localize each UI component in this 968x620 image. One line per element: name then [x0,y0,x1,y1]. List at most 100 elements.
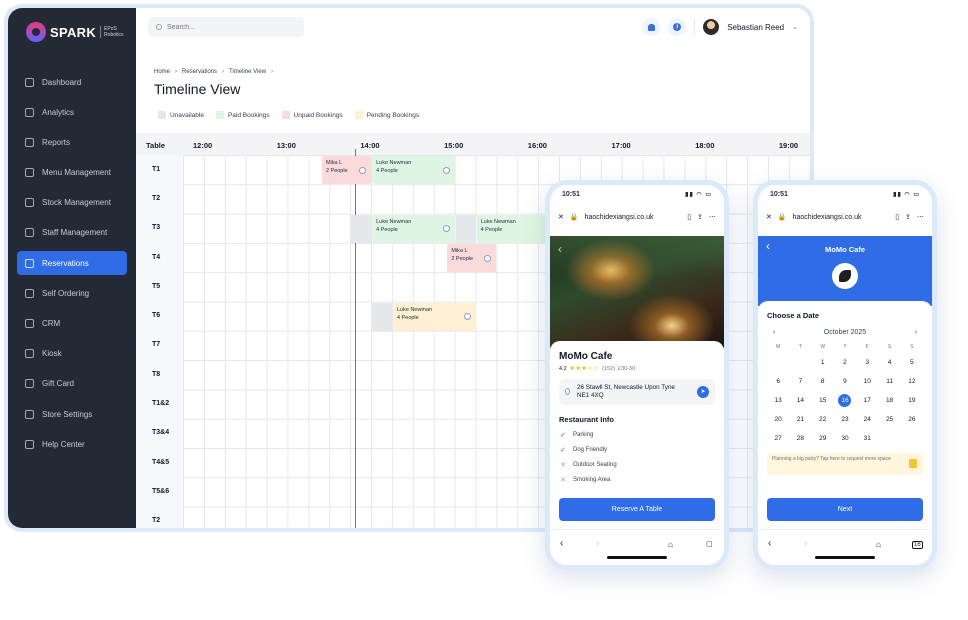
legend: Unavailable Paid Bookings Unpaid Bookings P… [158,111,419,119]
big-party-banner[interactable]: Planning a big party? Tap here to reques… [767,453,923,475]
share-icon[interactable]: ⇪ [697,213,703,221]
calendar-day [789,356,811,369]
browser-url-bar[interactable]: ✕ 🔒 haochidexiangsi.co.uk ▯ ⇪ ⋯ [758,207,932,227]
sidebar-item-reports[interactable]: Reports [17,130,127,154]
home-icon[interactable]: ⌂ [876,540,881,549]
calendar-day[interactable]: 3 [856,356,878,369]
sidebar-item-menu-management[interactable]: Menu Management [17,161,127,185]
reserve-table-button[interactable]: Reserve A Table [559,498,715,521]
calendar-day[interactable]: 6 [767,375,789,388]
next-button[interactable]: Next [767,498,923,521]
calendar-day[interactable]: 30 [834,432,856,445]
booking-party-size: 4 People [376,168,398,174]
tabs-icon[interactable]: ▢ [706,540,713,548]
calendar-day[interactable]: 20 [767,413,789,426]
prev-month-icon[interactable]: ‹ [773,329,775,336]
calendar-day[interactable]: 17 [856,394,878,407]
user-name[interactable]: Sebastian Reed [727,23,784,32]
sidebar-item-kiosk[interactable]: Kiosk [17,342,127,366]
calendar-day[interactable]: 15 [812,394,834,407]
cross-icon: ✕ [560,477,566,484]
share-icon[interactable]: ⇪ [905,213,911,221]
booking-card[interactable]: Luke Newman 4 People [372,214,455,243]
store-settings-icon [25,409,34,419]
forward-icon[interactable]: › [596,538,599,549]
back-icon[interactable]: ‹ [560,538,563,549]
chevron-down-icon[interactable]: ⌄ [792,23,798,31]
calendar-day[interactable]: 12 [901,375,923,388]
calendar-day[interactable]: 13 [767,394,789,407]
booking-status-icon [442,166,450,174]
calendar-day[interactable]: 29 [812,432,834,445]
calendar-day[interactable]: 1 [812,356,834,369]
sidebar-item-gift-card[interactable]: Gift Card [17,372,127,396]
calendar-day[interactable]: 11 [878,375,900,388]
sidebar-item-store-settings[interactable]: Store Settings [17,402,127,426]
browser-url-bar[interactable]: ✕ 🔒 haochidexiangsi.co.uk ▯ ⇪ ⋯ [550,207,724,227]
calendar-day[interactable]: 9 [834,375,856,388]
sidebar-item-help-center[interactable]: Help Center [17,432,127,456]
sidebar-item-self-ordering[interactable]: Self Ordering [17,281,127,305]
calendar-day[interactable]: 8 [812,375,834,388]
calendar-day[interactable]: 31 [856,432,878,445]
calendar-day[interactable]: 5 [901,356,923,369]
sidebar-item-analytics[interactable]: Analytics [17,100,127,124]
home-icon[interactable]: ⌂ [668,540,673,549]
notifications-button[interactable] [642,18,661,36]
sidebar-item-crm[interactable]: CRM [17,312,127,336]
search-box[interactable] [148,17,304,37]
sidebar-item-staff-management[interactable]: Staff Management [17,221,127,245]
info-button[interactable]: i [668,18,687,36]
time-label: 18:00 [695,141,715,150]
calendar-day[interactable]: 25 [878,413,900,426]
calendar-day[interactable]: 23 [834,413,856,426]
sidebar-item-label: Reservations [42,258,89,268]
calendar-day[interactable]: 28 [789,432,811,445]
back-icon[interactable]: ‹ [768,538,771,549]
more-icon[interactable]: ⋯ [917,213,924,221]
avatar[interactable] [703,19,720,35]
more-icon[interactable]: ⋯ [709,213,716,221]
calendar-day[interactable]: 19 [901,394,923,407]
booking-card[interactable]: Luke Newman 4 People [393,302,476,331]
next-month-icon[interactable]: › [915,329,917,336]
bookmark-icon[interactable]: ▯ [687,213,691,221]
bookmark-icon[interactable]: ▯ [895,213,899,221]
brand-logo[interactable]: SPARK EPoS Robotics [26,22,132,42]
back-chevron-icon[interactable]: ‹ [558,242,562,256]
legend-swatch [215,111,224,119]
booking-card[interactable]: Mika L2 People [321,156,372,185]
directions-icon[interactable]: ➤ [697,386,709,398]
calendar-day[interactable]: 10 [856,375,878,388]
calendar-day[interactable]: 4 [878,356,900,369]
breadcrumb-home[interactable]: Home [154,69,170,75]
calendar-day[interactable]: 27 [767,432,789,445]
sidebar-item-dashboard[interactable]: Dashboard [17,70,127,94]
check-icon: ✓ [560,447,566,454]
booking-card[interactable]: Luke Newman 4 People [372,156,455,185]
close-icon[interactable]: ✕ [766,213,772,221]
calendar-day[interactable]: 7 [789,375,811,388]
calendar-day[interactable]: 18 [878,394,900,407]
url-text[interactable]: haochidexiangsi.co.uk [585,214,682,221]
calendar-day[interactable]: 22 [812,413,834,426]
calendar-day[interactable]: 21 [789,413,811,426]
table-label: T2 [152,517,161,525]
search-input[interactable] [167,23,287,31]
sidebar-item-reservations[interactable]: Reservations [17,251,127,276]
close-icon[interactable]: ✕ [558,213,564,221]
calendar-day-selected[interactable]: 16 [838,394,852,407]
calendar-day[interactable]: 24 [856,413,878,426]
calendar-day[interactable]: 14 [789,394,811,407]
breadcrumb-reservations[interactable]: Reservations [182,69,217,75]
calendar-day[interactable]: 2 [834,356,856,369]
tabs-count[interactable]: 16 [912,541,923,549]
forward-icon[interactable]: › [804,538,807,549]
table-label: T4&5 [152,458,170,466]
calendar-day[interactable]: 26 [901,413,923,426]
breadcrumb: Home › Reservations › Timeline View › [154,69,273,75]
booking-card[interactable]: Mika L2 People [447,243,497,273]
sidebar-item-stock-management[interactable]: Stock Management [17,191,127,215]
address-box[interactable]: 26 Stawll St, Newcastle Upon Tyne NE1 4X… [559,379,715,405]
url-text[interactable]: haochidexiangsi.co.uk [793,214,890,221]
